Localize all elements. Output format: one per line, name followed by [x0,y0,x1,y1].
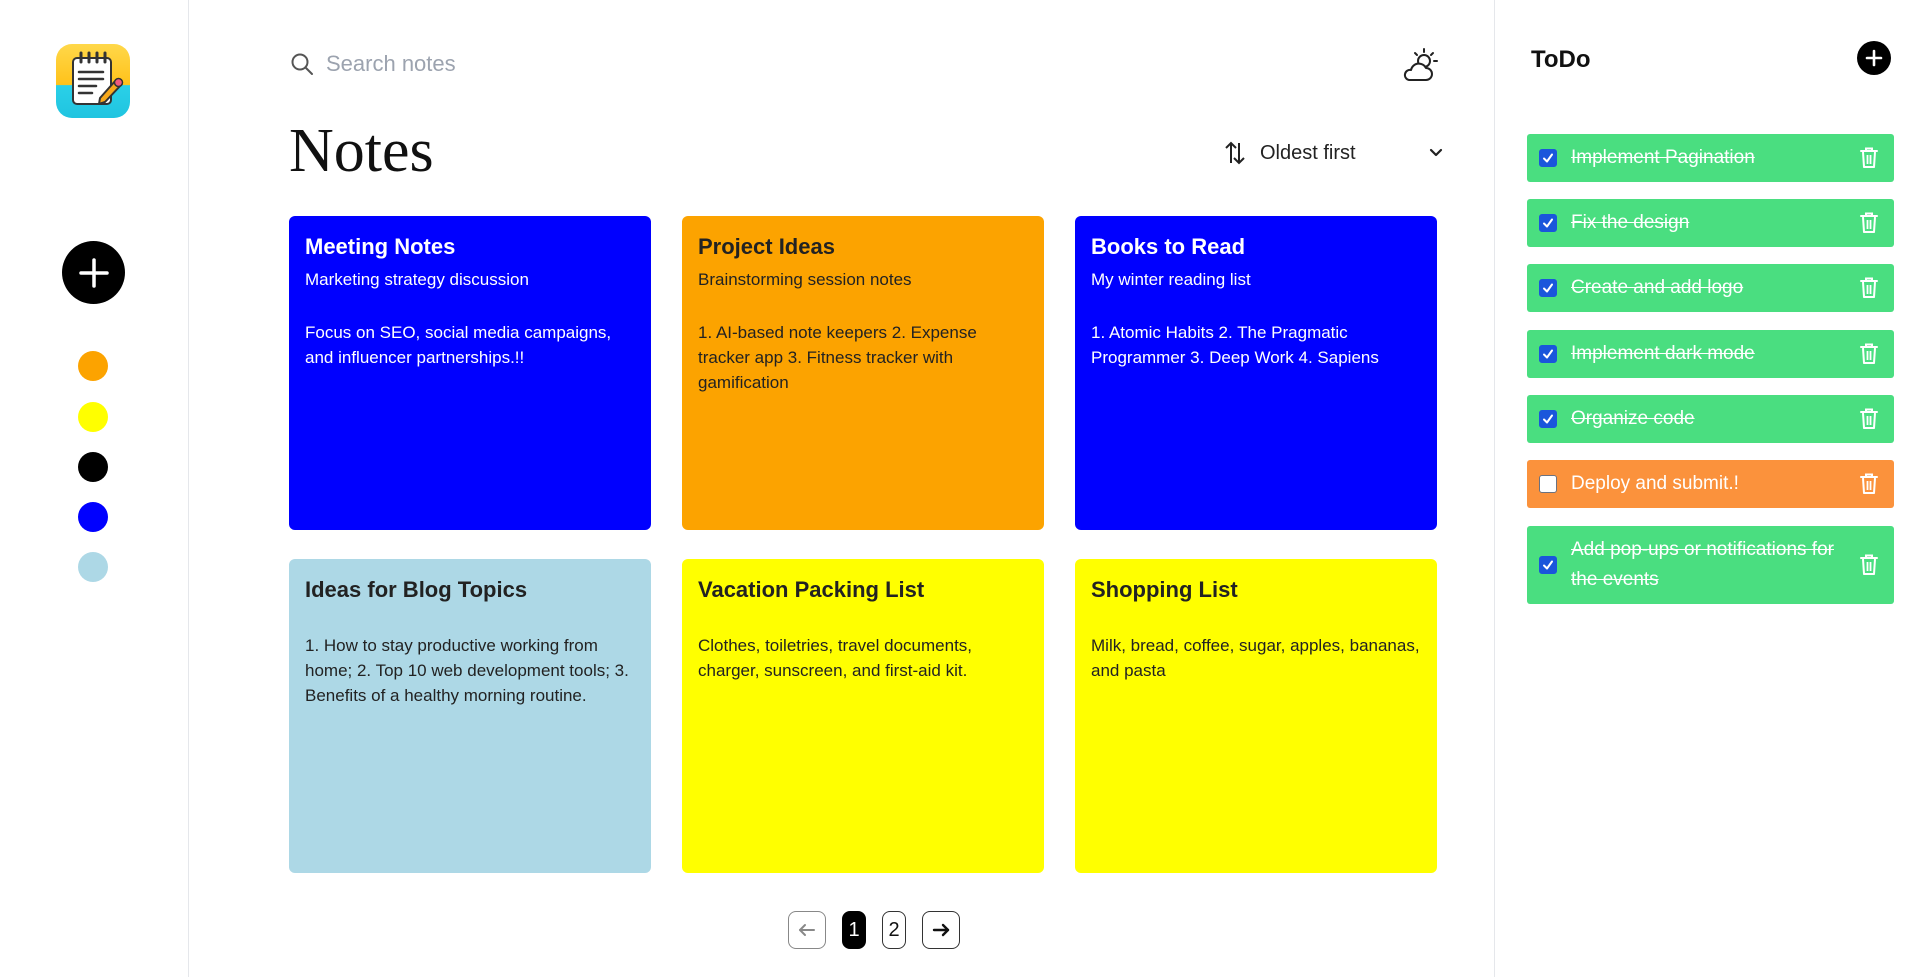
note-card[interactable]: Vacation Packing List Clothes, toiletrie… [682,559,1044,873]
note-card[interactable]: Meeting Notes Marketing strategy discuss… [289,216,651,530]
note-body: Clothes, toiletries, travel documents, c… [698,636,973,680]
pagination: 1 2 [788,910,960,950]
note-subtitle: My winter reading list [1091,270,1251,289]
checkmark-icon [1543,414,1553,424]
note-card[interactable]: Ideas for Blog Topics 1. How to stay pro… [289,559,651,873]
note-title: Project Ideas [698,234,835,259]
todo-checkbox[interactable] [1539,149,1557,167]
color-filter-blue[interactable] [78,502,108,532]
note-subtitle: Marketing strategy discussion [305,270,529,289]
page-title: Notes [289,117,434,185]
todo-item[interactable]: Deploy and submit.! [1527,460,1894,508]
todo-checkbox[interactable] [1539,410,1557,428]
trash-icon[interactable] [1858,146,1880,170]
color-filter-orange[interactable] [78,351,108,381]
page-button-2[interactable]: 2 [882,911,906,949]
search-input[interactable] [326,51,686,77]
todo-checkbox[interactable] [1539,279,1557,297]
checkmark-icon [1543,349,1553,359]
todo-item[interactable]: Implement Pagination [1527,134,1894,182]
todo-item[interactable]: Create and add logo [1527,264,1894,312]
todo-text: Organize code [1571,408,1695,429]
trash-icon[interactable] [1858,472,1880,496]
todo-text: Deploy and submit.! [1571,473,1739,494]
note-body: Focus on SEO, social media campaigns, an… [305,323,612,367]
search-bar[interactable] [290,46,710,82]
main-content: Notes Oldest first Meeting Notes Marketi… [190,0,1494,977]
chevron-down-icon [1429,148,1443,157]
note-title: Shopping List [1091,577,1238,602]
todo-text: Create and add logo [1571,277,1744,298]
add-note-button[interactable] [62,241,125,304]
checkmark-icon [1543,560,1553,570]
todo-item[interactable]: Organize code [1527,395,1894,443]
todo-item[interactable]: Add pop-ups or notifications for the eve… [1527,526,1894,604]
sort-label: Oldest first [1260,141,1356,164]
next-page-button[interactable] [922,911,960,949]
todo-text: Add pop-ups or notifications for the eve… [1571,539,1834,590]
plus-icon [1865,49,1883,67]
sidebar [0,0,189,977]
add-todo-button[interactable] [1857,41,1891,75]
note-subtitle: Brainstorming session notes [698,270,912,289]
page-button-1[interactable]: 1 [842,911,866,949]
plus-icon [78,257,109,288]
color-filter-yellow[interactable] [78,402,108,432]
trash-icon[interactable] [1858,553,1880,577]
note-title: Ideas for Blog Topics [305,577,528,602]
todo-panel: ToDo Implement Pagination Fix the design C… [1494,0,1918,977]
note-body: 1. How to stay productive working from h… [305,636,629,705]
todo-item[interactable]: Implement dark mode [1527,330,1894,378]
arrow-right-icon [932,923,950,937]
checkmark-icon [1543,283,1553,293]
sort-dropdown[interactable]: Oldest first [1224,136,1444,170]
note-body: Milk, bread, coffee, sugar, apples, bana… [1091,636,1420,680]
note-body: 1. AI-based note keepers 2. Expense trac… [698,323,977,392]
todo-checkbox[interactable] [1539,475,1557,493]
partly-cloudy-icon[interactable] [1400,46,1440,86]
arrow-left-icon [799,924,815,936]
note-body: 1. Atomic Habits 2. The Pragmatic Progra… [1091,323,1379,367]
todo-checkbox[interactable] [1539,556,1557,574]
todo-text: Implement dark mode [1571,343,1755,364]
trash-icon[interactable] [1858,342,1880,366]
todo-text: Fix the design [1571,212,1690,233]
todo-checkbox[interactable] [1539,345,1557,363]
search-icon [291,53,313,75]
trash-icon[interactable] [1858,276,1880,300]
color-filter-black[interactable] [78,452,108,482]
todo-text: Implement Pagination [1571,147,1755,168]
note-card[interactable]: Books to Read My winter reading list 1. … [1075,216,1437,530]
todo-title: ToDo [1531,46,1591,73]
checkmark-icon [1543,218,1553,228]
todo-item[interactable]: Fix the design [1527,199,1894,247]
note-title: Books to Read [1091,234,1246,259]
color-filter-lightblue[interactable] [78,552,108,582]
checkmark-icon [1543,153,1553,163]
app-logo-icon [56,44,130,118]
note-title: Meeting Notes [305,234,456,259]
trash-icon[interactable] [1858,211,1880,235]
note-card[interactable]: Shopping List Milk, bread, coffee, sugar… [1075,559,1437,873]
todo-checkbox[interactable] [1539,214,1557,232]
trash-icon[interactable] [1858,407,1880,431]
note-card[interactable]: Project Ideas Brainstorming session note… [682,216,1044,530]
note-title: Vacation Packing List [698,577,925,602]
prev-page-button[interactable] [788,911,826,949]
sort-arrows-icon [1225,141,1245,165]
